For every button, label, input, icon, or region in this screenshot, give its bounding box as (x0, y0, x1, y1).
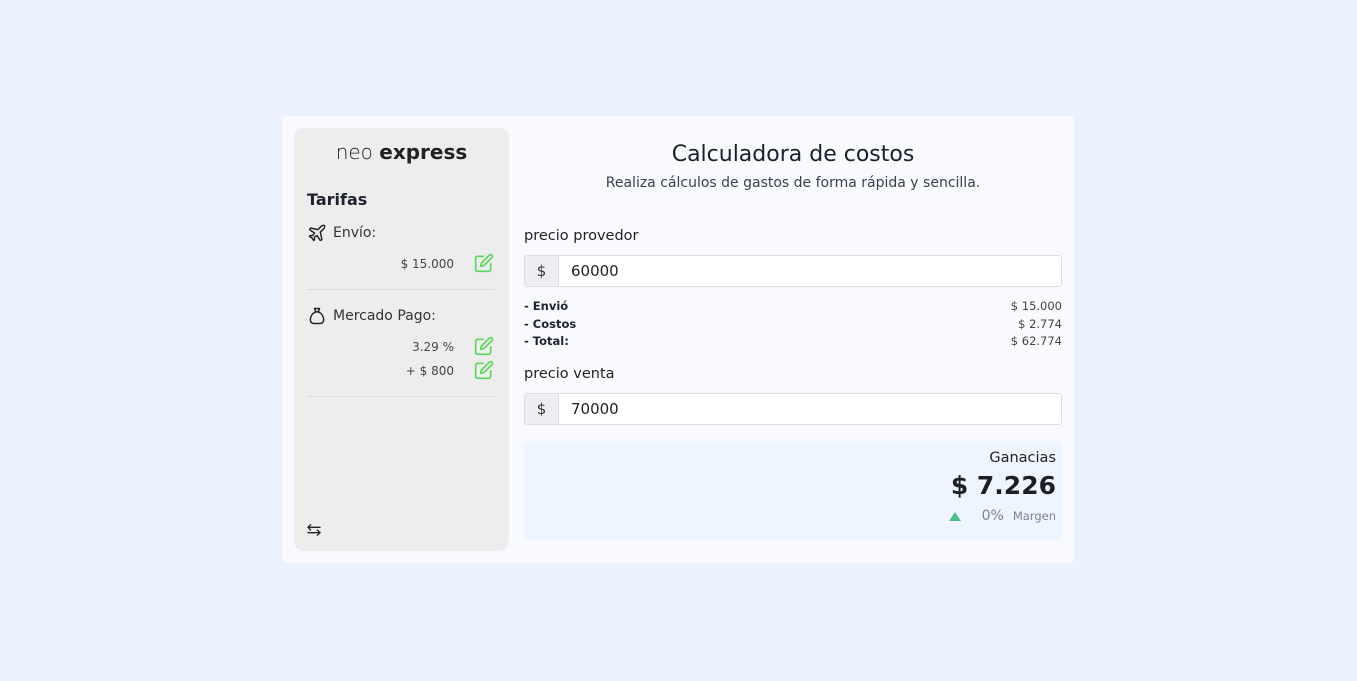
cost-breakdown: - Envió $ 15.000 - Costos $ 2.774 - Tota… (524, 299, 1062, 352)
breakdown-key: - Total: (524, 334, 569, 348)
brand-bold: express (379, 140, 468, 164)
edit-percent-icon[interactable] (474, 336, 494, 356)
breakdown-row: - Envió $ 15.000 (524, 299, 1062, 317)
sidebar: neo express Tarifas Envío: $ 15.000 Merc… (294, 128, 509, 551)
divider (307, 396, 495, 397)
precio-proveedor-group: $ (524, 255, 1062, 287)
divider (307, 289, 495, 290)
margin-label: Margen (1012, 509, 1056, 523)
page-title: Calculadora de costos (671, 142, 915, 167)
breakdown-row: - Total: $ 62.774 (524, 334, 1062, 352)
precio-venta-group: $ (524, 393, 1062, 425)
brand-light: neo (335, 140, 373, 164)
ganancias-label: Ganacias (989, 450, 1056, 466)
brand-logo: neo express (294, 140, 509, 164)
mercado-pago-row: Mercado Pago: (307, 306, 436, 326)
breakdown-value: $ 2.774 (1018, 316, 1062, 331)
precio-proveedor-label: precio provedor (524, 228, 639, 244)
page-subtitle: Realiza cálculos de gastos de forma rápi… (605, 175, 981, 191)
money-bag-icon (309, 307, 325, 325)
tarifas-heading: Tarifas (307, 190, 368, 209)
currency-prefix: $ (525, 394, 559, 424)
breakdown-key: - Envió (524, 299, 569, 313)
breakdown-row: - Costos $ 2.774 (524, 317, 1062, 335)
precio-venta-input[interactable] (559, 394, 1061, 424)
mercado-pago-percent: 3.29 % (412, 340, 454, 354)
margin-indicator: 0% Margen (948, 508, 1056, 524)
envio-label: Envío: (333, 225, 377, 241)
edit-envio-icon[interactable] (474, 253, 494, 273)
margin-percent: 0% (981, 508, 1004, 524)
ganancias-panel: Ganacias $ 7.226 0% Margen (524, 441, 1062, 540)
calculator-card: neo express Tarifas Envío: $ 15.000 Merc… (282, 116, 1074, 563)
currency-prefix: $ (525, 256, 559, 286)
precio-venta-label: precio venta (524, 366, 615, 382)
airplane-icon (308, 224, 326, 242)
envio-value: $ 15.000 (400, 257, 454, 271)
calculator-main: Calculadora de costos Realiza cálculos d… (524, 116, 1062, 563)
envio-row: Envío: (307, 223, 376, 243)
trend-up-icon (948, 511, 961, 521)
mercado-pago-label: Mercado Pago: (333, 308, 436, 324)
edit-fixed-icon[interactable] (474, 360, 494, 380)
breakdown-key: - Costos (524, 316, 577, 331)
breakdown-value: $ 62.774 (1010, 334, 1062, 348)
precio-proveedor-input[interactable] (559, 256, 1061, 286)
mercado-pago-fixed: + $ 800 (405, 364, 454, 378)
breakdown-value: $ 15.000 (1010, 299, 1062, 313)
ganancias-amount: $ 7.226 (950, 471, 1056, 500)
swap-arrows-icon[interactable] (306, 522, 322, 538)
